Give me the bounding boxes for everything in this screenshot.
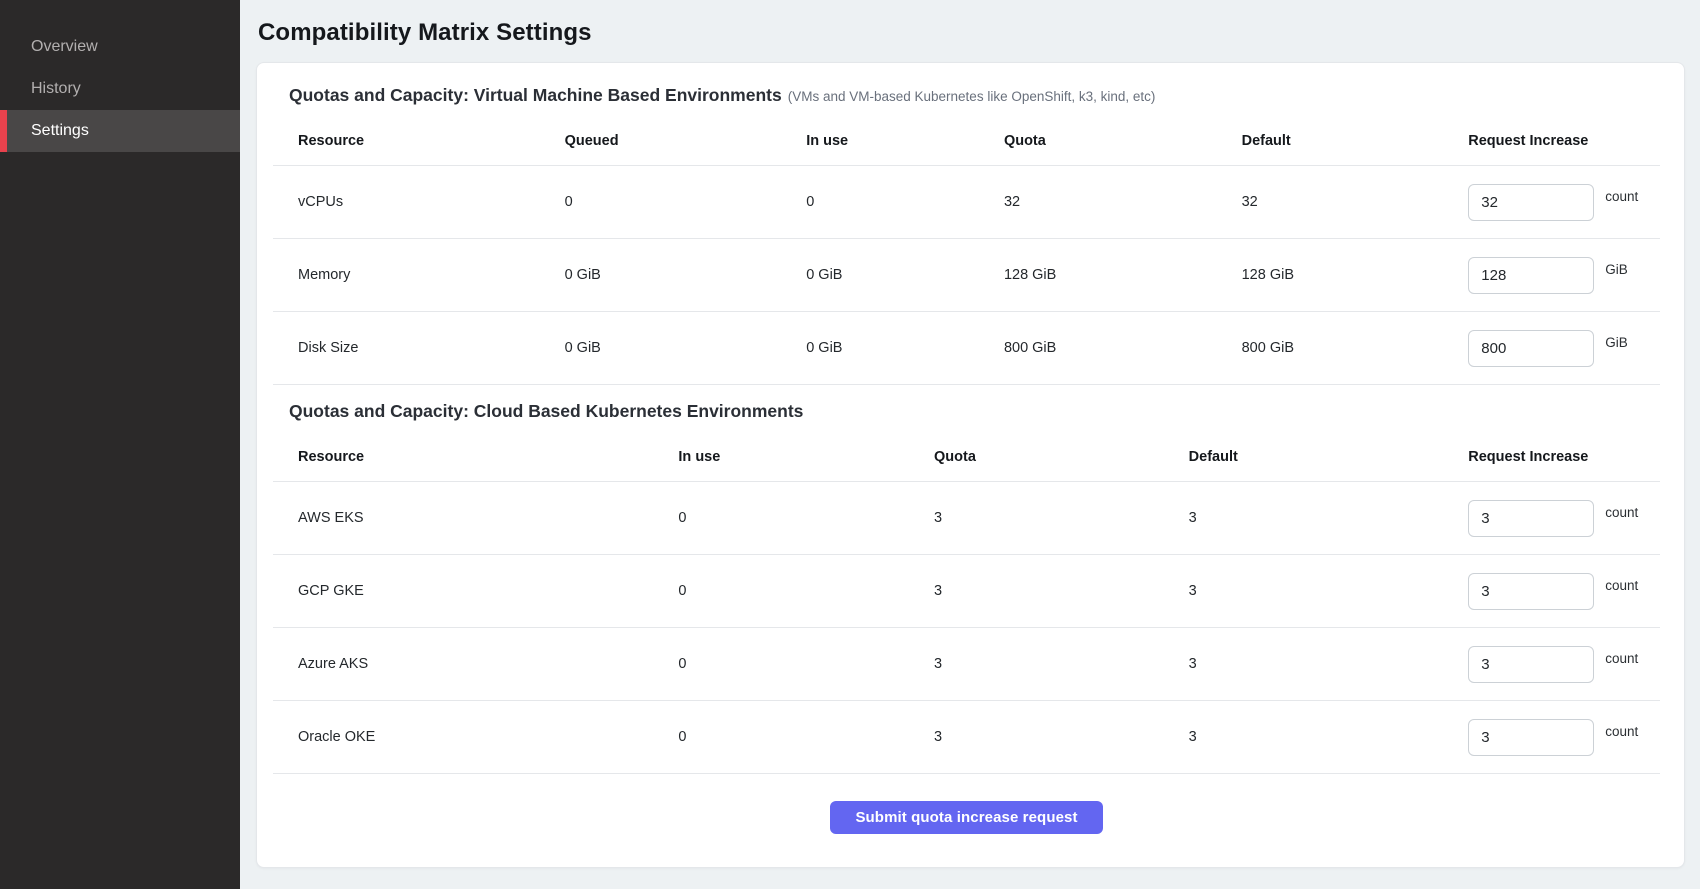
- resource-name: vCPUs: [273, 194, 565, 210]
- vm-section-title: Quotas and Capacity: Virtual Machine Bas…: [289, 85, 1660, 106]
- sidebar-item-history[interactable]: History: [0, 68, 240, 110]
- k8s-quota-table: Resource In use Quota Default Request In…: [273, 432, 1660, 774]
- table-row-gcp-gke: GCP GKE 0 3 3 count: [273, 555, 1660, 628]
- request-increase-cell: count: [1468, 573, 1660, 610]
- k8s-section-title-text: Quotas and Capacity: Cloud Based Kuberne…: [289, 401, 803, 421]
- table-row-aws-eks: AWS EKS 0 3 3 count: [273, 482, 1660, 555]
- quota-value: 3: [934, 583, 1189, 599]
- default-value: 128 GiB: [1242, 267, 1469, 283]
- in-use-value: 0: [678, 583, 934, 599]
- k8s-section-title: Quotas and Capacity: Cloud Based Kuberne…: [289, 401, 1660, 422]
- k8s-table-header-row: Resource In use Quota Default Request In…: [273, 432, 1660, 482]
- resource-name: Oracle OKE: [273, 729, 678, 745]
- table-row-vcpus: vCPUs 0 0 32 32 count: [273, 166, 1660, 239]
- k8s-col-request-increase: Request Increase: [1468, 449, 1660, 465]
- disk-size-request-input[interactable]: [1468, 330, 1594, 367]
- azure-aks-request-input[interactable]: [1468, 646, 1594, 683]
- vm-col-request-increase: Request Increase: [1468, 133, 1660, 149]
- unit-label: count: [1605, 578, 1638, 593]
- vm-col-quota: Quota: [1004, 133, 1242, 149]
- page-title: Compatibility Matrix Settings: [258, 19, 1685, 47]
- k8s-col-quota: Quota: [934, 449, 1189, 465]
- resource-name: Disk Size: [273, 340, 565, 356]
- vm-quotas-section: Quotas and Capacity: Virtual Machine Bas…: [273, 85, 1660, 385]
- request-increase-cell: count: [1468, 500, 1660, 537]
- resource-name: Memory: [273, 267, 565, 283]
- resource-name: AWS EKS: [273, 510, 678, 526]
- submit-quota-increase-button[interactable]: Submit quota increase request: [830, 801, 1102, 834]
- vm-col-default: Default: [1242, 133, 1469, 149]
- vm-section-title-text: Quotas and Capacity: Virtual Machine Bas…: [289, 85, 782, 105]
- default-value: 3: [1189, 583, 1469, 599]
- queued-value: 0: [565, 194, 807, 210]
- oracle-oke-request-input[interactable]: [1468, 719, 1594, 756]
- unit-label: count: [1605, 651, 1638, 666]
- request-increase-cell: count: [1468, 719, 1660, 756]
- vm-col-queued: Queued: [565, 133, 807, 149]
- quota-value: 800 GiB: [1004, 340, 1242, 356]
- request-increase-cell: count: [1468, 646, 1660, 683]
- quota-value: 3: [934, 510, 1189, 526]
- unit-label: count: [1605, 724, 1638, 739]
- request-increase-cell: count: [1468, 184, 1660, 221]
- vm-quota-table: Resource Queued In use Quota Default Req…: [273, 116, 1660, 385]
- request-increase-cell: GiB: [1468, 330, 1660, 367]
- k8s-col-in-use: In use: [678, 449, 934, 465]
- queued-value: 0 GiB: [565, 267, 807, 283]
- in-use-value: 0: [678, 656, 934, 672]
- quota-value: 128 GiB: [1004, 267, 1242, 283]
- default-value: 3: [1189, 656, 1469, 672]
- in-use-value: 0: [678, 510, 934, 526]
- request-increase-cell: GiB: [1468, 257, 1660, 294]
- main-content: Compatibility Matrix Settings Quotas and…: [240, 0, 1700, 889]
- settings-card: Quotas and Capacity: Virtual Machine Bas…: [256, 62, 1685, 868]
- vm-table-header-row: Resource Queued In use Quota Default Req…: [273, 116, 1660, 166]
- table-row-oracle-oke: Oracle OKE 0 3 3 count: [273, 701, 1660, 774]
- default-value: 3: [1189, 729, 1469, 745]
- queued-value: 0 GiB: [565, 340, 807, 356]
- sidebar-item-settings[interactable]: Settings: [0, 110, 240, 152]
- table-row-azure-aks: Azure AKS 0 3 3 count: [273, 628, 1660, 701]
- vcpus-request-input[interactable]: [1468, 184, 1594, 221]
- sidebar: Overview History Settings: [0, 0, 240, 889]
- k8s-col-default: Default: [1189, 449, 1469, 465]
- resource-name: Azure AKS: [273, 656, 678, 672]
- table-row-memory: Memory 0 GiB 0 GiB 128 GiB 128 GiB GiB: [273, 239, 1660, 312]
- unit-label: count: [1605, 189, 1638, 204]
- in-use-value: 0: [806, 194, 1004, 210]
- aws-eks-request-input[interactable]: [1468, 500, 1594, 537]
- default-value: 800 GiB: [1242, 340, 1469, 356]
- unit-label: GiB: [1605, 262, 1628, 277]
- in-use-value: 0 GiB: [806, 267, 1004, 283]
- quota-value: 32: [1004, 194, 1242, 210]
- vm-col-resource: Resource: [273, 133, 565, 149]
- sidebar-item-overview[interactable]: Overview: [0, 26, 240, 68]
- vm-col-in-use: In use: [806, 133, 1004, 149]
- vm-section-subtitle: (VMs and VM-based Kubernetes like OpenSh…: [788, 89, 1156, 104]
- quota-value: 3: [934, 729, 1189, 745]
- in-use-value: 0 GiB: [806, 340, 1004, 356]
- table-row-disk-size: Disk Size 0 GiB 0 GiB 800 GiB 800 GiB Gi…: [273, 312, 1660, 385]
- in-use-value: 0: [678, 729, 934, 745]
- k8s-quotas-section: Quotas and Capacity: Cloud Based Kuberne…: [273, 401, 1660, 774]
- unit-label: GiB: [1605, 335, 1628, 350]
- gcp-gke-request-input[interactable]: [1468, 573, 1594, 610]
- k8s-col-resource: Resource: [273, 449, 678, 465]
- default-value: 32: [1242, 194, 1469, 210]
- submit-row: Submit quota increase request: [273, 801, 1660, 834]
- resource-name: GCP GKE: [273, 583, 678, 599]
- default-value: 3: [1189, 510, 1469, 526]
- memory-request-input[interactable]: [1468, 257, 1594, 294]
- quota-value: 3: [934, 656, 1189, 672]
- unit-label: count: [1605, 505, 1638, 520]
